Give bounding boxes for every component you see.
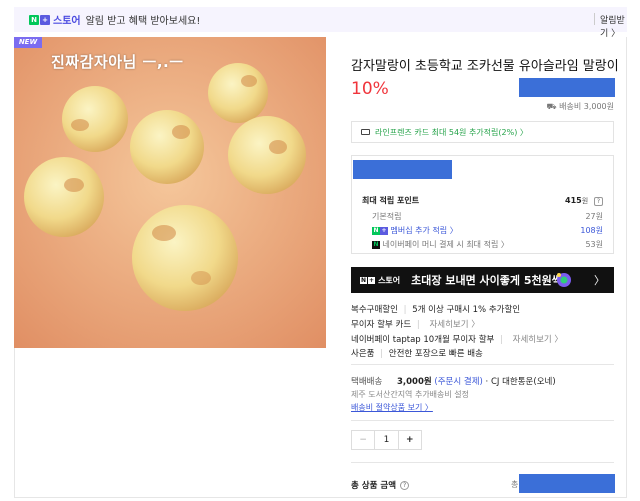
points-row-membership: N + 멤버십 추가 적립 〉 108원 — [372, 226, 603, 235]
discount-rate: 10% — [351, 79, 389, 99]
store-label: 스토어 — [53, 16, 81, 27]
max-points-row: 최대 적립 포인트 415원 ? — [362, 195, 603, 206]
potato-ball — [24, 157, 104, 237]
shipping-saver-link[interactable]: 배송비 절약상품 보기 〉 — [351, 402, 433, 413]
quantity-decrease-button[interactable]: − — [352, 431, 376, 449]
naverpay-icon: N — [372, 240, 380, 249]
divider — [351, 462, 614, 463]
total-redaction — [519, 474, 615, 493]
shipping-fee: ⛟ 배송비 3,000원 — [546, 102, 614, 111]
alarm-subscribe-button[interactable]: 알림받기 〉 — [600, 13, 627, 39]
installment-card-row: 무이자 할부 카드 | 자세히보기 〉 — [351, 320, 480, 330]
potato-ball — [228, 116, 306, 194]
store-invite-banner[interactable]: N + 스토어 초대장 보내면 사이좋게 5천원씩 〉 — [351, 267, 614, 293]
credit-card-icon — [361, 129, 370, 135]
quantity-stepper: − 1 + — [351, 430, 422, 450]
points-redaction — [353, 160, 452, 179]
max-points-amount: 415원 — [565, 195, 589, 205]
help-icon[interactable]: ? — [400, 480, 410, 490]
notification-banner: N + 스토어 알림 받고 혜택 받아보세요! 알림받기 〉 — [14, 7, 627, 39]
potato-ball — [132, 205, 238, 311]
potato-ball — [62, 86, 128, 152]
membership-points-link[interactable]: 멤버십 추가 적립 〉 — [391, 226, 458, 235]
banner-message: 알림 받고 혜택 받아보세요! — [85, 16, 201, 27]
banner-divider — [594, 13, 595, 25]
points-row-naverpay: N 네이버페이 머니 결제 시 최대 적립 〉 53원 — [372, 240, 603, 249]
naverpay-details-link[interactable]: 자세히보기 〉 — [513, 335, 563, 345]
quantity-value[interactable]: 1 — [375, 431, 397, 449]
total-prefix: 총 — [511, 480, 519, 489]
help-icon[interactable]: ? — [594, 196, 603, 206]
potato-balls-illustration — [14, 37, 326, 348]
quantity-increase-button[interactable]: + — [397, 431, 421, 449]
potato-ball — [208, 63, 268, 123]
divider — [351, 364, 614, 365]
chevron-right-icon: 〉 — [594, 274, 605, 287]
multi-purchase-discount: 복수구매할인 | 5개 이상 구매시 1% 추가할인 — [351, 305, 521, 315]
naver-plus-icon: N — [372, 226, 380, 235]
naver-plus-store-logo: N + 스토어 — [360, 275, 401, 285]
naver-plus-logo: N + — [29, 14, 50, 25]
points-panel: 최대 적립 포인트 415원 ? 기본적립 27원 N + 멤버십 추가 적립 〉… — [351, 155, 614, 254]
card-benefit-row[interactable]: 라인프렌즈 카드 최대 54원 추가적립(2%) 〉 — [351, 121, 614, 143]
gift-row: 사은품 | 안전한 포장으로 빠른 배송 — [351, 349, 483, 359]
points-row-basic: 기본적립 27원 — [372, 212, 603, 221]
naverpay-points-link[interactable]: 네이버페이 머니 결제 시 최대 적립 〉 — [383, 240, 509, 249]
total-price-row: 총 상품 금액 ? — [351, 479, 410, 491]
price-redaction — [519, 78, 615, 97]
truck-icon: ⛟ — [546, 102, 557, 111]
potato-ball — [130, 110, 204, 184]
product-title: 감자말랑이 초등학교 조카선물 유아슬라임 말랑이 — [351, 59, 619, 74]
image-caption: 진짜감자아님 ㅡ,.ㅡ — [51, 53, 184, 71]
card-benefit-text: 라인프렌즈 카드 최대 54원 추가적립(2%) 〉 — [375, 127, 528, 137]
divider — [351, 420, 614, 421]
product-image[interactable] — [14, 37, 326, 348]
gift-icon — [557, 273, 571, 287]
delivery-row: 택배배송 3,000원 (주문시 결제) · CJ 대한통운(오네) — [351, 377, 556, 387]
installment-details-link[interactable]: 자세히보기 〉 — [429, 320, 479, 330]
store-banner-text: 초대장 보내면 사이좋게 5천원씩 — [411, 274, 562, 287]
new-tag: NEW — [14, 37, 42, 48]
delivery-note: 제주 도서산간지역 추가배송비 설정 — [351, 390, 470, 399]
naverpay-installment-row: 네이버페이 taptap 10개월 무이자 할부 | 자세히보기 〉 — [351, 335, 563, 345]
